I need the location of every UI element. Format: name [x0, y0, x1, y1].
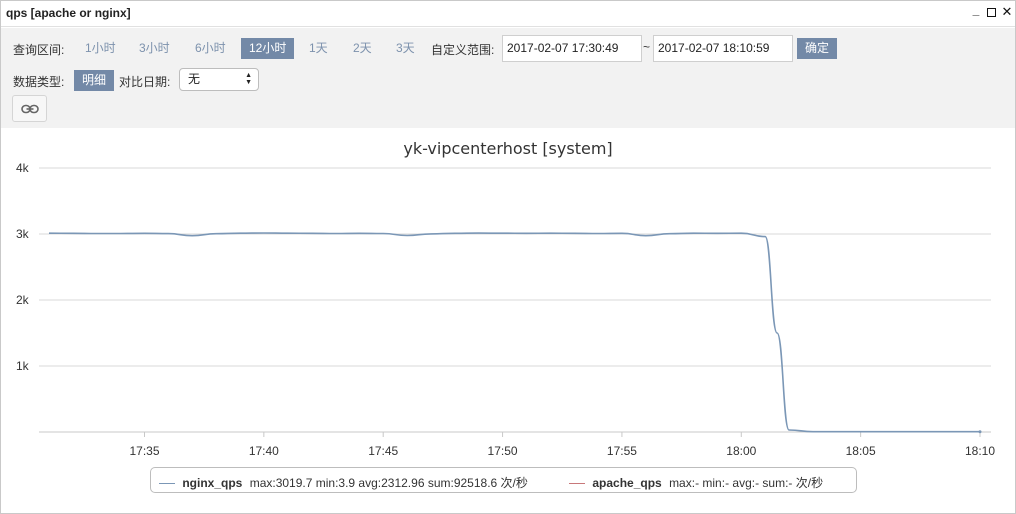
confirm-button[interactable]: 确定 [797, 38, 838, 59]
select-arrows-icon: ▲ ▼ [245, 72, 252, 86]
range-label: 查询区间: [13, 43, 65, 57]
y-tick-label: 2k [16, 293, 30, 307]
x-tick-label: 17:45 [368, 444, 398, 458]
link-button[interactable] [12, 95, 47, 122]
close-icon[interactable]: ✕ [1000, 4, 1014, 20]
legend-name-nginx: nginx_qps [182, 476, 243, 490]
legend-item-apache[interactable]: apache_qps max:- min:- avg:- sum:- 次/秒 [569, 474, 823, 491]
range-6h-button[interactable]: 6小时 [191, 38, 230, 59]
x-tick-label: 18:10 [965, 444, 995, 458]
legend-stats-apache: max:- min:- avg:- sum:- 次/秒 [669, 476, 824, 490]
range-3h-button[interactable]: 3小时 [135, 38, 174, 59]
panel-title: qps [apache or nginx] [6, 6, 131, 20]
link-icon [21, 104, 39, 114]
range-separator: ~ [643, 40, 651, 54]
x-tick-label: 17:50 [488, 444, 518, 458]
range-1d-button[interactable]: 1天 [305, 38, 332, 59]
range-1h-button[interactable]: 1小时 [81, 38, 120, 59]
y-tick-label: 3k [16, 227, 30, 241]
range-2d-button[interactable]: 2天 [349, 38, 376, 59]
chart-area: yk-vipcenterhost [system] 4k 3k 2k 1k 17:35 1… [1, 128, 1015, 513]
x-tick-label: 17:55 [607, 444, 637, 458]
legend-name-apache: apache_qps [592, 476, 662, 490]
compare-date-value: 无 [188, 72, 201, 86]
legend-stats-nginx: max:3019.7 min:3.9 avg:2312.96 sum:92518… [249, 476, 528, 490]
legend-item-nginx[interactable]: nginx_qps max:3019.7 min:3.9 avg:2312.96… [159, 474, 528, 491]
query-toolbar: 查询区间: 1小时 3小时 6小时 12小时 1天 2天 3天 自定义范围: 2… [1, 28, 1015, 128]
range-3d-button[interactable]: 3天 [392, 38, 419, 59]
custom-range-label: 自定义范围: [431, 43, 495, 57]
start-time-input[interactable]: 2017-02-07 17:30:49 [502, 35, 642, 62]
x-tick-label: 18:05 [846, 444, 876, 458]
maximize-icon[interactable] [984, 5, 998, 21]
title-bar: qps [apache or nginx] _ ✕ [1, 1, 1015, 27]
data-type-label: 数据类型: [13, 75, 65, 89]
x-tick-label: 18:00 [726, 444, 756, 458]
y-tick-label: 4k [16, 161, 30, 175]
qps-panel-window: qps [apache or nginx] _ ✕ 查询区间: 1小时 3小时 … [0, 0, 1016, 514]
chart-legend: nginx_qps max:3019.7 min:3.9 avg:2312.96… [150, 467, 857, 493]
line-chart: 4k 3k 2k 1k 17:35 17:40 17:45 17:50 17:55 18:00 18… [16, 161, 995, 458]
minimize-icon[interactable]: _ [969, 3, 983, 19]
series-point-nginx_qps [978, 430, 982, 434]
compare-date-select[interactable]: 无 ▲ ▼ [179, 68, 259, 91]
x-tick-label: 17:40 [249, 444, 279, 458]
legend-swatch-apache [569, 483, 585, 485]
legend-swatch-nginx [159, 483, 175, 485]
y-tick-label: 1k [16, 359, 30, 373]
series-line-nginx_qps [48, 232, 980, 433]
compare-date-label: 对比日期: [119, 75, 171, 89]
range-12h-button[interactable]: 12小时 [241, 38, 295, 59]
detail-type-button[interactable]: 明细 [74, 70, 115, 91]
x-tick-label: 17:35 [129, 444, 159, 458]
end-time-input[interactable]: 2017-02-07 18:10:59 [653, 35, 793, 62]
